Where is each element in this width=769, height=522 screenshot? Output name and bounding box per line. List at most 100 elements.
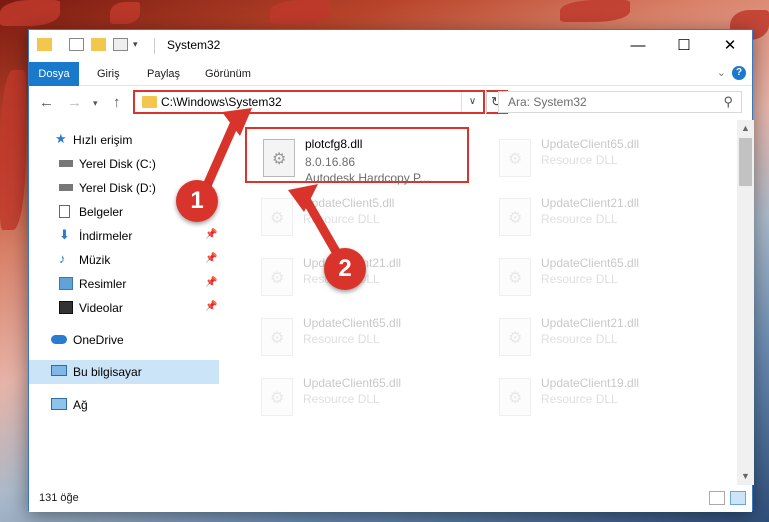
file-item-plotcfg8[interactable]: plotcfg8.dll 8.0.16.86 Autodesk Hardcopy… <box>245 127 469 185</box>
dll-file-icon <box>261 378 293 416</box>
computer-icon <box>51 365 67 376</box>
dll-file-icon <box>499 198 531 236</box>
music-icon: ♪ <box>59 251 66 266</box>
new-folder-icon[interactable] <box>91 38 106 51</box>
sidebar-item-label: Videolar <box>79 301 123 315</box>
tab-paylas[interactable]: Paylaş <box>137 62 190 86</box>
up-arrow-icon[interactable]: ↑ <box>113 94 121 111</box>
file-name: UpdateClient65.dll <box>303 316 402 330</box>
file-item[interactable]: UpdateClient65.dll Resource DLL <box>483 129 707 185</box>
navigation-bar: ← → ▾ ↑ C:\Windows\System32 ∨ ↻ Ara: Sys… <box>29 86 752 120</box>
folder-icon <box>142 96 157 108</box>
file-description: Resource DLL <box>303 212 380 226</box>
large-icons-view-icon[interactable] <box>730 491 746 505</box>
sidebar-item-videolar[interactable]: Videolar 📌 <box>29 296 219 320</box>
dll-file-icon <box>499 378 531 416</box>
step-badge-2: 2 <box>324 248 366 290</box>
network-icon <box>51 398 67 410</box>
background-leaf <box>560 0 630 22</box>
file-name: UpdateClient5.dll <box>303 196 395 210</box>
tab-dosya[interactable]: Dosya <box>29 62 79 86</box>
sidebar-item-indirmeler[interactable]: ⬇ İndirmeler 📌 <box>29 224 219 248</box>
file-description: Resource DLL <box>303 332 380 346</box>
file-version: 8.0.16.86 <box>305 155 356 169</box>
address-bar[interactable]: C:\Windows\System32 ∨ <box>133 90 485 114</box>
file-name: plotcfg8.dll <box>305 137 363 151</box>
search-input[interactable]: Ara: System32 ⚲ <box>498 91 742 113</box>
file-explorer-window: ▾ System32 — ☐ ✕ Dosya Giriş Paylaş Görü… <box>28 29 754 512</box>
sidebar-item-resimler[interactable]: Resimler 📌 <box>29 272 219 296</box>
sidebar-item-label: OneDrive <box>73 333 124 347</box>
background-leaf <box>110 2 140 24</box>
sidebar-item-local-disk-c[interactable]: Yerel Disk (C:) <box>29 152 219 176</box>
chevron-down-icon[interactable]: ∨ <box>461 92 483 112</box>
sidebar-item-muzik[interactable]: ♪ Müzik 📌 <box>29 248 219 272</box>
customize-toolbar-icon[interactable] <box>113 38 128 51</box>
sidebar-item-label: İndirmeler <box>79 229 133 243</box>
tab-gorunum[interactable]: Görünüm <box>195 62 261 86</box>
cloud-icon <box>51 335 67 344</box>
dll-file-icon <box>263 139 295 177</box>
dll-file-icon <box>499 139 531 177</box>
file-name: UpdateClient65.dll <box>303 376 402 390</box>
pin-icon[interactable]: 📌 <box>205 229 217 240</box>
file-item[interactable]: UpdateClient65.dll Resource DLL <box>245 368 469 424</box>
videos-icon <box>59 301 73 314</box>
navigation-pane: ★ Hızlı erişim Yerel Disk (C:) Yerel Dis… <box>29 120 219 485</box>
pin-icon[interactable]: 📌 <box>205 301 217 312</box>
sidebar-item-label: Müzik <box>79 253 111 267</box>
file-item[interactable]: UpdateClient21.dll Resource DLL <box>483 308 707 364</box>
forward-arrow-icon[interactable]: → <box>67 94 82 111</box>
sidebar-item-onedrive[interactable]: OneDrive <box>29 328 219 352</box>
address-path: C:\Windows\System32 <box>161 95 282 109</box>
recent-locations-icon[interactable]: ▾ <box>93 98 98 109</box>
file-item[interactable]: UpdateClient19.dll Resource DLL <box>483 368 707 424</box>
scrollbar-thumb[interactable] <box>739 138 752 186</box>
close-button[interactable]: ✕ <box>707 30 753 60</box>
minimize-button[interactable]: — <box>615 30 661 60</box>
maximize-button[interactable]: ☐ <box>661 30 707 60</box>
sidebar-item-quick-access[interactable]: ★ Hızlı erişim <box>29 128 219 152</box>
drive-icon <box>59 184 73 191</box>
vertical-scrollbar[interactable]: ▲ ▼ <box>737 120 754 485</box>
back-arrow-icon[interactable]: ← <box>39 94 54 111</box>
pin-icon[interactable]: 📌 <box>205 253 217 264</box>
dll-file-icon <box>261 318 293 356</box>
documents-icon <box>59 205 70 218</box>
scroll-up-icon[interactable]: ▲ <box>737 120 754 137</box>
scroll-down-icon[interactable]: ▼ <box>737 468 754 485</box>
sidebar-item-label: Bu bilgisayar <box>73 365 142 379</box>
file-name: UpdateClient19.dll <box>541 376 640 390</box>
star-icon: ★ <box>55 131 67 146</box>
expand-ribbon-icon[interactable]: ⌄ <box>717 66 726 79</box>
tab-giris[interactable]: Giriş <box>87 62 130 86</box>
background-leaf <box>0 0 60 26</box>
file-item[interactable]: UpdateClient65.dll Resource DLL <box>245 308 469 364</box>
sidebar-item-label: Yerel Disk (C:) <box>79 157 156 171</box>
file-item[interactable]: UpdateClient65.dll Resource DLL <box>483 248 707 304</box>
file-name: UpdateClient21.dll <box>541 196 640 210</box>
sidebar-item-this-pc[interactable]: Bu bilgisayar <box>29 360 219 384</box>
properties-icon[interactable] <box>69 38 84 51</box>
sidebar-item-label: Ağ <box>73 398 88 412</box>
pin-icon[interactable]: 📌 <box>205 277 217 288</box>
folder-icon[interactable] <box>37 38 52 51</box>
chevron-down-icon[interactable]: ▾ <box>133 39 138 50</box>
file-item[interactable]: UpdateClient21.dll Resource DLL <box>483 188 707 244</box>
search-icon: ⚲ <box>723 94 733 109</box>
file-description: Resource DLL <box>541 153 618 167</box>
details-view-icon[interactable] <box>709 491 725 505</box>
sidebar-item-network[interactable]: Ağ <box>29 393 219 417</box>
file-item[interactable]: UpdateClient5.dll Resource DLL <box>245 188 469 244</box>
file-description: Resource DLL <box>541 272 618 286</box>
sidebar-item-label: Yerel Disk (D:) <box>79 181 156 195</box>
dll-file-icon <box>499 258 531 296</box>
sidebar-item-label: Resimler <box>79 277 127 291</box>
dll-file-icon <box>499 318 531 356</box>
search-placeholder: Ara: System32 <box>508 95 587 109</box>
sidebar-item-label: Belgeler <box>79 205 124 219</box>
help-icon[interactable]: ? <box>732 66 746 80</box>
sidebar-item-label: Hızlı erişim <box>73 133 133 147</box>
ribbon-tabs: Dosya Giriş Paylaş Görünüm ⌄ ? <box>29 62 752 86</box>
pictures-icon <box>59 277 73 290</box>
